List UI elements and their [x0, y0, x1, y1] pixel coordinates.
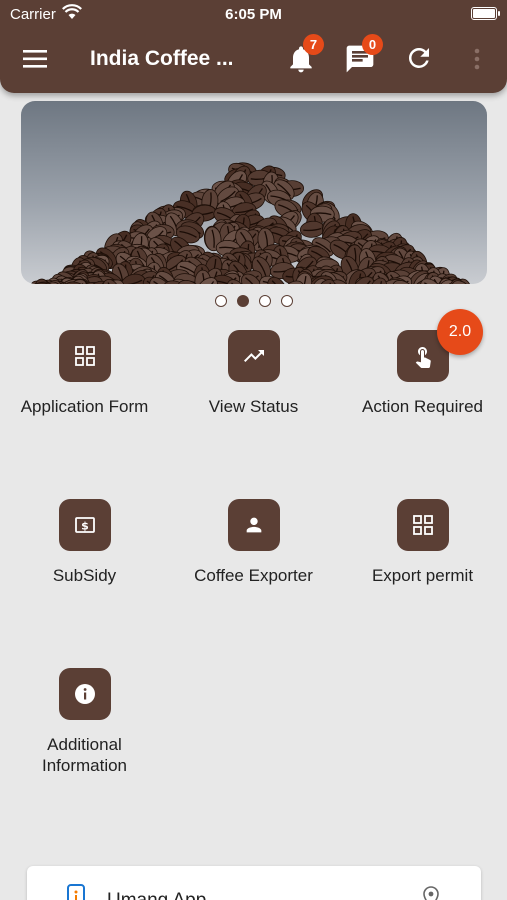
- carousel-dot[interactable]: [280, 295, 293, 307]
- svg-text:$: $: [81, 520, 89, 533]
- toolbar: India Coffee ... 7 0: [0, 28, 507, 90]
- app-title: India Coffee ...: [90, 47, 234, 70]
- carousel-dot[interactable]: [258, 295, 271, 307]
- tile-subsidy[interactable]: $ SubSidy: [0, 499, 169, 586]
- version-badge: 2.0: [437, 309, 483, 355]
- clock: 6:05 PM: [225, 6, 282, 23]
- umang-app-card[interactable]: Umang App: [27, 866, 481, 900]
- trending-up-icon: [227, 330, 280, 382]
- tile-export-permit[interactable]: Export permit: [338, 499, 507, 586]
- more-options-button[interactable]: [462, 43, 492, 75]
- carousel-dot[interactable]: [236, 295, 249, 307]
- person-icon: [227, 499, 280, 551]
- tile-label: View Status: [208, 397, 299, 416]
- tile-label: Export permit: [371, 566, 474, 585]
- menu-icon[interactable]: [20, 46, 50, 72]
- more-vert-icon: [474, 48, 480, 70]
- location-pin-icon: [423, 886, 439, 900]
- coffee-beans-image: [29, 162, 473, 284]
- tile-label: Application Form: [20, 397, 149, 416]
- messages-badge: 0: [362, 34, 383, 55]
- tile-view-status[interactable]: View Status: [169, 330, 338, 417]
- grid-icon: [396, 499, 449, 551]
- battery-icon: [471, 7, 500, 20]
- refresh-button[interactable]: [404, 43, 436, 75]
- tile-label: Coffee Exporter: [194, 566, 313, 585]
- carousel-dot[interactable]: [214, 295, 227, 307]
- banner-carousel[interactable]: [21, 101, 487, 284]
- phone-info-icon: [67, 884, 85, 900]
- tile-application-form[interactable]: Application Form: [0, 330, 169, 417]
- tile-coffee-exporter[interactable]: Coffee Exporter: [169, 499, 338, 586]
- info-icon: [58, 668, 111, 720]
- app-bar: Carrier 6:05 PM India Coffee ... 7 0: [0, 0, 507, 93]
- status-bar: Carrier 6:05 PM: [0, 0, 507, 28]
- money-icon: $: [58, 499, 111, 551]
- tile-additional-information[interactable]: Additional Information: [0, 668, 169, 776]
- tile-label: Additional Information: [41, 735, 128, 775]
- notifications-button[interactable]: 7: [285, 34, 324, 75]
- tile-label: Action Required: [362, 397, 483, 416]
- umang-app-label: Umang App: [107, 890, 206, 900]
- tile-label: SubSidy: [52, 566, 117, 585]
- messages-button[interactable]: 0: [344, 34, 383, 75]
- refresh-icon: [408, 47, 429, 68]
- notifications-badge: 7: [303, 34, 324, 55]
- grid-icon: [58, 330, 111, 382]
- carousel-indicator: [0, 294, 507, 312]
- tile-action-required[interactable]: Action Required: [338, 330, 507, 417]
